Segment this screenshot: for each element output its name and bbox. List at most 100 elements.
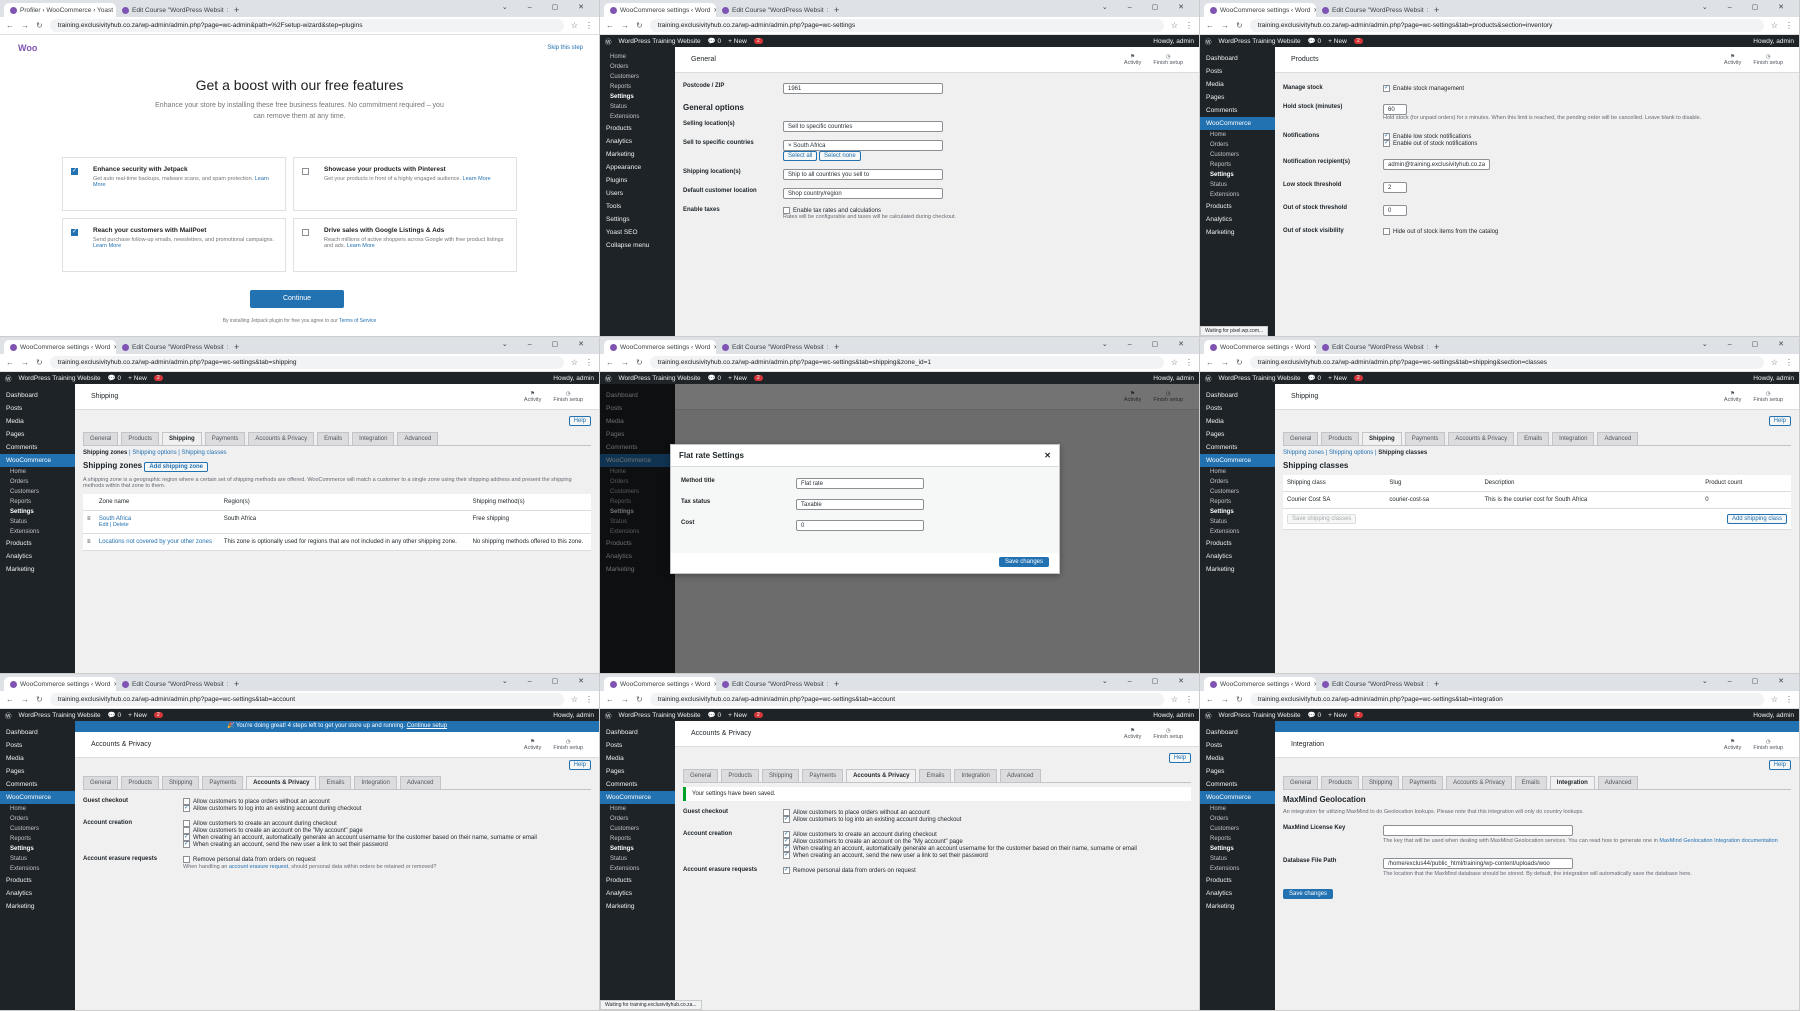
sidebar-item[interactable]: Media [600, 752, 675, 765]
sidebar-item[interactable]: Posts [0, 739, 75, 752]
comments-icon[interactable]: 💬 0 [708, 37, 722, 45]
url-input[interactable]: training.exclusivityhub.co.za/wp-admin/a… [1249, 19, 1764, 32]
sidebar-item[interactable]: Home [600, 804, 675, 814]
sidebar-item[interactable]: Yoast SEO [600, 226, 675, 239]
settings-tab[interactable]: Payments [1402, 776, 1444, 789]
back-icon[interactable]: ← [1206, 21, 1214, 30]
sidebar-item[interactable]: WooCommerce [0, 454, 75, 467]
browser-tab[interactable]: Edit Course "WordPress Websit✕ [716, 3, 828, 17]
sidebar-item[interactable]: Products [1200, 874, 1275, 887]
site-name[interactable]: WordPress Training Website [1219, 38, 1301, 45]
new-button[interactable]: + New [728, 375, 747, 382]
activity-button[interactable]: ⚑Activity [524, 739, 541, 751]
sidebar-item[interactable]: Reports [1200, 834, 1275, 844]
sidebar-item[interactable]: Comments [0, 441, 75, 454]
sidebar-item[interactable]: Comments [600, 778, 675, 791]
url-input[interactable]: training.exclusivityhub.co.za/wp-admin/a… [1249, 693, 1764, 706]
activity-button[interactable]: ⚑Activity [524, 391, 541, 403]
sidebar-item[interactable]: Marketing [0, 563, 75, 576]
sidebar-item[interactable]: Reports [0, 834, 75, 844]
url-input[interactable]: training.exclusivityhub.co.za/wp-admin/a… [649, 356, 1164, 369]
star-icon[interactable]: ☆ [1771, 695, 1778, 704]
sidebar-item[interactable]: Orders [600, 814, 675, 824]
settings-tab[interactable]: Products [121, 432, 160, 445]
save-changes-button[interactable]: Save changes [1283, 889, 1334, 899]
url-input[interactable]: training.exclusivityhub.co.za/wp-admin/a… [649, 693, 1164, 706]
license-key-input[interactable] [1383, 825, 1573, 836]
sidebar-item[interactable]: Dashboard [1200, 52, 1275, 65]
sidebar-item[interactable]: Home [600, 52, 675, 62]
sidebar-item[interactable]: Settings [0, 507, 75, 517]
comments-icon[interactable]: 💬 0 [1308, 711, 1322, 719]
checkbox[interactable]: ✓ [183, 805, 190, 813]
menu-icon[interactable]: ⋮ [1785, 695, 1793, 704]
select-none-button[interactable]: Select none [819, 151, 861, 161]
sidebar-item[interactable]: Posts [1200, 402, 1275, 415]
sidebar-item[interactable]: Status [0, 854, 75, 864]
subnav-classes[interactable]: Shipping classes [182, 450, 227, 456]
save-classes-button[interactable]: Save shipping classes [1287, 514, 1357, 524]
settings-tab[interactable]: General [83, 432, 119, 445]
settings-tab[interactable]: Accounts & Privacy [1446, 776, 1512, 789]
updates-badge[interactable]: 2 [753, 712, 763, 718]
taxes-checkbox[interactable] [783, 207, 790, 214]
sidebar-item[interactable]: Status [600, 102, 675, 112]
sidebar-item[interactable]: Reports [600, 834, 675, 844]
forward-icon[interactable]: → [21, 358, 29, 367]
sidebar-item[interactable]: Users [600, 187, 675, 200]
sidebar-item[interactable]: Orders [600, 62, 675, 72]
settings-tab[interactable]: Emails [919, 769, 952, 782]
updates-badge[interactable]: 2 [153, 375, 163, 381]
sidebar-item[interactable]: WooCommerce [1200, 117, 1275, 130]
reload-icon[interactable]: ↻ [1236, 358, 1243, 367]
sidebar-item[interactable]: Marketing [1200, 900, 1275, 913]
finish-setup-button[interactable]: ◷Finish setup [553, 391, 583, 403]
sidebar-item[interactable]: Analytics [1200, 887, 1275, 900]
settings-tab[interactable]: Integration [352, 432, 395, 445]
subnav-classes[interactable]: Shipping classes [1378, 450, 1427, 456]
back-icon[interactable]: ← [6, 21, 14, 30]
url-input[interactable]: training.exclusivityhub.co.za/wp-admin/a… [49, 693, 564, 706]
sidebar-item[interactable]: Analytics [1200, 213, 1275, 226]
reload-icon[interactable]: ↻ [36, 21, 43, 30]
skip-link[interactable]: Skip this step [547, 45, 583, 51]
checkbox[interactable]: ✓ [783, 831, 790, 839]
new-tab-icon[interactable]: + [828, 340, 845, 354]
settings-tab[interactable]: Products [721, 769, 760, 782]
site-name[interactable]: WordPress Training Website [1219, 712, 1301, 719]
sidebar-item[interactable]: Marketing [600, 148, 675, 161]
sidebar-item[interactable]: Products [600, 874, 675, 887]
sidebar-item[interactable]: Extensions [1200, 190, 1275, 200]
subnav-options[interactable]: Shipping options [132, 450, 176, 456]
field-input[interactable]: Flat rate [796, 478, 924, 489]
settings-tab[interactable]: Advanced [1597, 776, 1639, 789]
updates-badge[interactable]: 2 [1353, 375, 1363, 381]
settings-tab[interactable]: Products [1321, 776, 1360, 789]
sidebar-item[interactable]: Home [1200, 804, 1275, 814]
browser-tab[interactable]: Edit Course "WordPress Websit✕ [1316, 340, 1428, 354]
sidebar-item[interactable]: Orders [1200, 140, 1275, 150]
sidebar-item[interactable]: Reports [1200, 497, 1275, 507]
finish-setup-button[interactable]: ◷Finish setup [553, 739, 583, 751]
forward-icon[interactable]: → [21, 695, 29, 704]
sidebar-item[interactable]: Settings [600, 844, 675, 854]
field-select[interactable]: Shop country/region [783, 188, 943, 199]
feature-card[interactable]: Showcase your products with Pinterest Get… [293, 157, 517, 211]
field-input[interactable]: 0 [1383, 205, 1407, 217]
new-tab-icon[interactable]: + [828, 3, 845, 17]
reload-icon[interactable]: ↻ [1236, 695, 1243, 704]
window-controls[interactable]: ⌄ – ▢ ✕ [1702, 340, 1793, 348]
reload-icon[interactable]: ↻ [636, 358, 643, 367]
sidebar-item[interactable]: Settings [0, 844, 75, 854]
help-button[interactable]: Help [568, 416, 591, 426]
site-name[interactable]: WordPress Training Website [19, 712, 101, 719]
wp-logo-icon[interactable]: Ⓦ [5, 373, 12, 383]
settings-tab[interactable]: General [683, 769, 719, 782]
checkbox[interactable] [183, 827, 190, 835]
new-button[interactable]: + New [1328, 712, 1347, 719]
help-button[interactable]: Help [1768, 760, 1791, 770]
sidebar-item[interactable]: Settings [1200, 507, 1275, 517]
checkbox[interactable]: ✓ [183, 841, 190, 849]
feature-checkbox[interactable]: ✓ [71, 168, 78, 175]
settings-tab[interactable]: Products [1321, 432, 1360, 445]
